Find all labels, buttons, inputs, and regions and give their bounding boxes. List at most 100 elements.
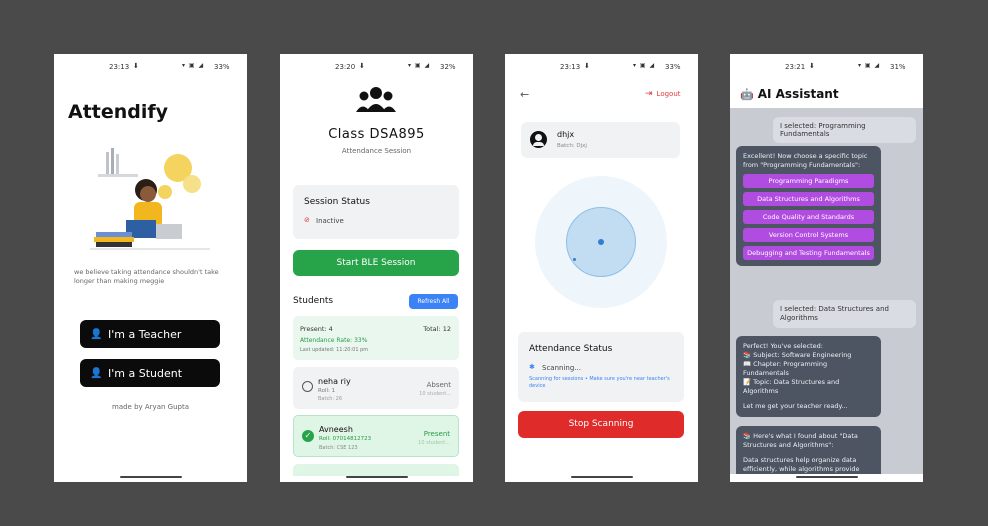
bot-message: 📚 Here's what I found about "Data Struct… bbox=[736, 426, 881, 474]
attendance-status-card: Attendance Status ✱ Scanning... Scanning… bbox=[518, 332, 684, 402]
absent-radio-icon bbox=[302, 381, 313, 392]
home-indicator bbox=[796, 476, 858, 478]
back-arrow-icon[interactable]: ← bbox=[520, 88, 529, 101]
wifi-off-icon: ⊘ bbox=[304, 216, 310, 224]
teacher-button[interactable]: 👤 I'm a Teacher bbox=[80, 320, 220, 348]
group-icon bbox=[356, 87, 396, 112]
signal-icon: ▾ ▣ ◢ bbox=[182, 62, 205, 69]
chat-header: 🤖 AI Assistant bbox=[740, 87, 839, 101]
signal-icon: ▾ ▣ ◢ bbox=[858, 62, 881, 69]
scan-center-dot bbox=[598, 239, 604, 245]
bot-message-line: 📚 Here's what I found about "Data Struct… bbox=[743, 432, 858, 449]
scan-hint: Scanning for sessions • Make sure you're… bbox=[529, 376, 670, 389]
check-icon: ✓ bbox=[302, 430, 314, 442]
bot-message-line: Data structures help organize data effic… bbox=[743, 456, 860, 473]
robot-icon: 🤖 bbox=[740, 87, 754, 101]
status-bar: 23:13 ⬇ ▾ ▣ ◢ 33% bbox=[505, 54, 698, 80]
attendance-rate: Attendance Rate: 33% bbox=[300, 337, 368, 344]
phone-screen-class-session: 23:20 ⬇ ▾ ▣ ◢ 32% Class DSA895 Attendanc… bbox=[280, 54, 473, 482]
status-bar: 23:21 ⬇ ▾ ▣ ◢ 31% bbox=[730, 54, 923, 80]
phone-screen-ai-assistant: 23:21 ⬇ ▾ ▣ ◢ 31% 🤖 AI Assistant I selec… bbox=[730, 54, 923, 482]
logout-icon: ⇥ bbox=[645, 89, 653, 99]
user-avatar-icon bbox=[530, 131, 547, 148]
student-icon: 👤 bbox=[90, 367, 103, 379]
battery-level: 32% bbox=[440, 63, 456, 71]
topic-option[interactable]: Programming Paradigms bbox=[743, 174, 874, 188]
battery-level: 33% bbox=[214, 63, 230, 71]
topic-option[interactable]: Data Structures and Algorithms bbox=[743, 192, 874, 206]
phone-screen-welcome: 23:13 ⬇ ▾ ▣ ◢ 33% Attendify we believe t… bbox=[54, 54, 247, 482]
battery-level: 33% bbox=[665, 63, 681, 71]
status-time: 23:13 bbox=[109, 63, 130, 71]
download-icon: ⬇ bbox=[809, 62, 815, 70]
download-icon: ⬇ bbox=[359, 62, 365, 70]
topic-option[interactable]: Version Control Systems bbox=[743, 228, 874, 242]
app-title: Attendify bbox=[68, 101, 169, 123]
download-icon: ⬇ bbox=[584, 62, 590, 70]
student-status: Present bbox=[423, 430, 450, 438]
bot-message: Perfect! You've selected: 📚 Subject: Sof… bbox=[736, 336, 881, 417]
status-time: 23:13 bbox=[560, 63, 581, 71]
hero-illustration bbox=[90, 148, 210, 250]
teacher-button-label: I'm a Teacher bbox=[108, 327, 182, 341]
logout-button[interactable]: ⇥ Logout bbox=[645, 89, 681, 99]
user-card: dhjx Batch: Djxj bbox=[521, 122, 680, 158]
scan-state: Scanning... bbox=[542, 364, 581, 372]
student-button[interactable]: 👤 I'm a Student bbox=[80, 359, 220, 387]
class-title: Class DSA895 bbox=[328, 127, 425, 142]
logout-label: Logout bbox=[656, 90, 681, 98]
user-message: I selected: Programming Fundamentals bbox=[773, 117, 916, 143]
bot-message-line: Perfect! You've selected: bbox=[743, 342, 823, 350]
scan-radar bbox=[535, 176, 667, 308]
status-time: 23:20 bbox=[335, 63, 356, 71]
student-roll: Roll: 1 bbox=[318, 388, 336, 394]
status-bar: 23:20 ⬇ ▾ ▣ ◢ 32% bbox=[280, 54, 473, 80]
chat-title: AI Assistant bbox=[757, 87, 839, 101]
session-status-card: Session Status ⊘ Inactive bbox=[293, 185, 459, 239]
bot-message: Excellent! Now choose a specific topic f… bbox=[736, 146, 881, 266]
student-name: Avneesh bbox=[319, 425, 353, 434]
credit-text: made by Aryan Gupta bbox=[112, 403, 189, 411]
student-name: neha riy bbox=[318, 377, 351, 386]
home-indicator bbox=[571, 476, 633, 478]
session-state: Inactive bbox=[316, 217, 344, 225]
refresh-all-button[interactable]: Refresh All bbox=[409, 294, 458, 309]
student-row[interactable] bbox=[293, 464, 459, 476]
student-row[interactable]: neha riy Roll: 1 Batch: 26 Absent 10 stu… bbox=[293, 367, 459, 409]
topic-option[interactable]: Debugging and Testing Fundamentals bbox=[743, 246, 874, 260]
students-heading: Students bbox=[293, 296, 334, 306]
chat-area[interactable]: I selected: Programming Fundamentals Exc… bbox=[730, 108, 923, 474]
bot-message-line: Let me get your teacher ready... bbox=[743, 402, 848, 410]
attendance-status-label: Attendance Status bbox=[529, 344, 613, 354]
student-status: Absent bbox=[426, 381, 451, 389]
home-indicator bbox=[346, 476, 408, 478]
bot-message-line: 📝 Topic: Data Structures and Algorithms bbox=[743, 378, 840, 395]
download-icon: ⬇ bbox=[133, 62, 139, 70]
status-time: 23:21 bbox=[785, 63, 806, 71]
attendance-summary: Present: 4 Total: 12 Attendance Rate: 33… bbox=[293, 316, 459, 360]
student-row[interactable]: ✓ Avneesh Roll: 07014812723 Batch: CSE 1… bbox=[293, 415, 459, 457]
user-message: I selected: Data Structures and Algorith… bbox=[773, 300, 916, 328]
phone-screen-student-scan: 23:13 ⬇ ▾ ▣ ◢ 33% ← ⇥ Logout dhjx Batch:… bbox=[505, 54, 698, 482]
bluetooth-icon: ✱ bbox=[529, 363, 535, 371]
start-ble-session-button[interactable]: Start BLE Session bbox=[293, 250, 459, 276]
last-updated: Last updated: 11:20:01 pm bbox=[300, 347, 369, 353]
student-note: 10 student... bbox=[419, 391, 451, 397]
bot-message-line: 📖 Chapter: Programming Fundamentals bbox=[743, 360, 828, 377]
topic-option[interactable]: Code Quality and Standards bbox=[743, 210, 874, 224]
tagline: we believe taking attendance shouldn't t… bbox=[74, 268, 219, 285]
student-batch: Batch: 26 bbox=[318, 396, 343, 402]
user-batch: Batch: Djxj bbox=[557, 143, 587, 149]
signal-icon: ▾ ▣ ◢ bbox=[633, 62, 656, 69]
device-dot bbox=[573, 258, 576, 261]
total-count: Total: 12 bbox=[423, 325, 451, 333]
session-status-label: Session Status bbox=[304, 197, 370, 207]
battery-level: 31% bbox=[890, 63, 906, 71]
session-subtitle: Attendance Session bbox=[341, 147, 412, 155]
teacher-icon: 👤 bbox=[90, 328, 103, 340]
student-roll: Roll: 07014812723 bbox=[319, 436, 372, 442]
signal-icon: ▾ ▣ ◢ bbox=[408, 62, 431, 69]
home-indicator bbox=[120, 476, 182, 478]
bot-message-text: Excellent! Now choose a specific topic f… bbox=[743, 152, 868, 169]
stop-scanning-button[interactable]: Stop Scanning bbox=[518, 411, 684, 438]
